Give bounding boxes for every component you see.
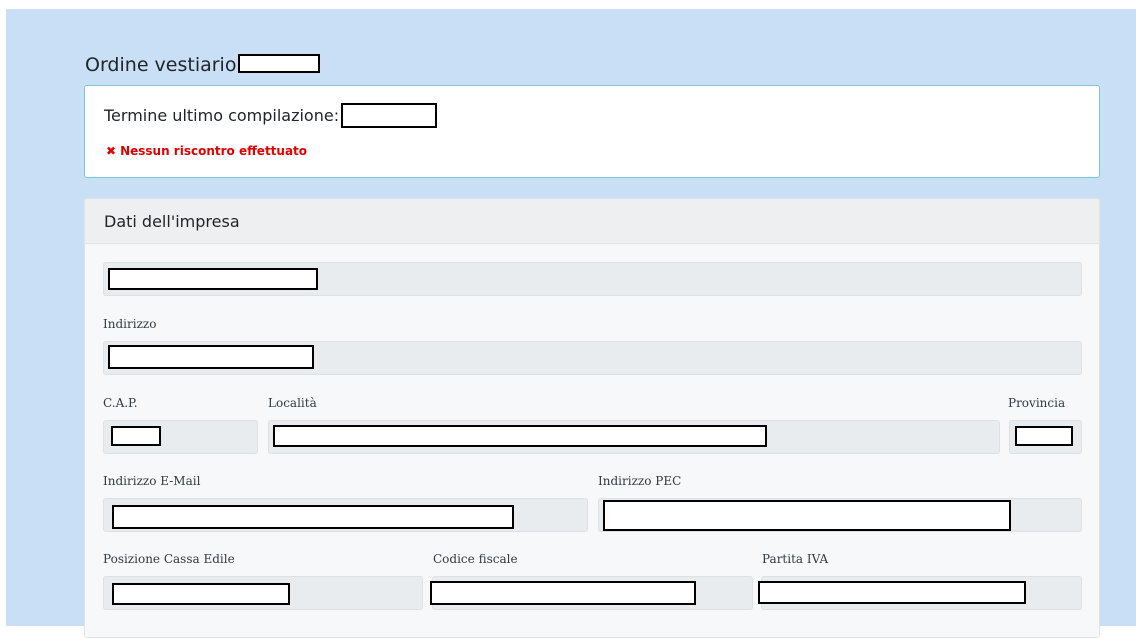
deadline-label: Termine ultimo compilazione:	[104, 106, 340, 125]
codice-fiscale-field[interactable]	[430, 576, 753, 610]
page-title: Ordine vestiario	[85, 54, 321, 76]
codice-fiscale-label: Codice fiscale	[433, 552, 518, 566]
redacted-provincia	[1015, 426, 1073, 446]
provincia-label: Provincia	[1008, 396, 1066, 410]
provincia-field[interactable]	[1009, 420, 1082, 454]
company-name-field[interactable]	[103, 262, 1082, 296]
partita-iva-label: Partita IVA	[762, 552, 829, 566]
redacted-company-name	[108, 268, 318, 290]
cap-field[interactable]	[103, 420, 258, 454]
email-field[interactable]	[103, 498, 588, 532]
redacted-cap	[111, 426, 161, 446]
redacted-partita-iva	[758, 581, 1026, 604]
pec-field[interactable]	[598, 498, 1082, 532]
card-header: Dati dell'impresa	[85, 199, 1099, 244]
card-title: Dati dell'impresa	[104, 212, 240, 231]
partita-iva-field[interactable]	[758, 576, 1082, 610]
redacted-localita	[273, 425, 767, 447]
redacted-deadline-value	[341, 103, 438, 128]
x-icon: ✖	[106, 144, 117, 158]
cap-label: C.A.P.	[103, 396, 138, 410]
redacted-codice-fiscale	[430, 581, 696, 605]
redacted-cassa-edile	[112, 583, 290, 605]
deadline-row: Termine ultimo compilazione:	[104, 103, 438, 129]
cassa-edile-label: Posizione Cassa Edile	[103, 552, 235, 566]
deadline-info-box: Termine ultimo compilazione: ✖ Nessun ris…	[84, 85, 1100, 178]
company-data-card: Dati dell'impresa Indirizzo C.A.P. Local…	[84, 198, 1100, 638]
localita-label: Località	[268, 396, 317, 410]
indirizzo-field[interactable]	[103, 341, 1082, 375]
redacted-pec	[603, 500, 1011, 531]
cassa-edile-field[interactable]	[103, 576, 423, 610]
page-title-text: Ordine vestiario	[85, 54, 237, 76]
pec-label: Indirizzo PEC	[598, 474, 682, 488]
localita-field[interactable]	[268, 420, 1000, 454]
email-label: Indirizzo E-Mail	[103, 474, 201, 488]
indirizzo-label: Indirizzo	[103, 317, 157, 331]
status-message: ✖ Nessun riscontro effettuato	[106, 144, 307, 158]
status-text: Nessun riscontro effettuato	[120, 144, 308, 158]
redacted-title-suffix	[238, 54, 321, 73]
redacted-indirizzo	[108, 345, 314, 369]
redacted-email	[112, 505, 514, 529]
